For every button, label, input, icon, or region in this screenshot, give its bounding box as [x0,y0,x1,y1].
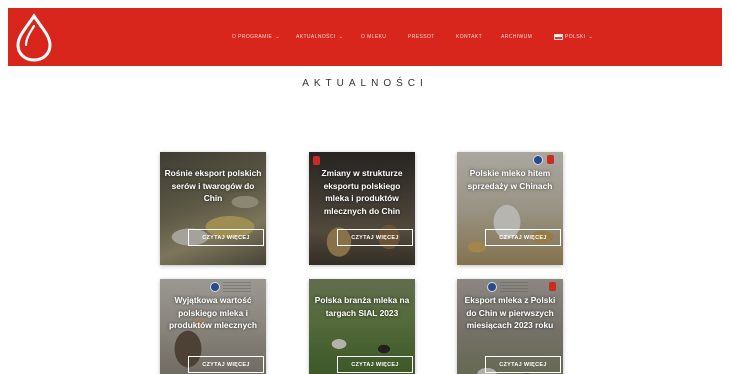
program-logo-icon [210,282,220,292]
document-text-icon [500,282,528,292]
nav-item-pressot[interactable]: PRESSOT [408,34,456,40]
card-title: Eksport mleka z Polski do Chin w pierwsz… [464,295,556,330]
nav-item-label: POLSKI [565,34,586,40]
news-card[interactable]: Eksport mleka z Polski do Chin w pierwsz… [457,279,563,374]
nav-item-language[interactable]: POLSKI ⌄ [554,34,593,40]
nav-item-label: O MLEKU [361,34,387,40]
read-more-button[interactable]: CZYTAJ WIĘCEJ [188,229,264,246]
red-logo-icon [549,282,556,291]
program-logo-icon [533,155,543,165]
chevron-down-icon: ⌄ [338,34,344,40]
nav-item-label: AKTUALNOŚCI [296,34,336,40]
news-card[interactable]: Rośnie eksport polskich serów i twarogów… [160,152,266,265]
card-title: Zmiany w strukturze eksportu polskiego m… [321,168,403,216]
read-more-button[interactable]: CZYTAJ WIĘCEJ [188,356,264,373]
news-card[interactable]: Polska branża mleka na targach SIAL 2023… [309,279,415,374]
page: O PROGRAMIE ⌄ AKTUALNOŚCI ⌄ O MLEKU PRES… [0,0,730,374]
page-title: AKTUALNOŚCI [302,78,428,89]
chevron-down-icon: ⌄ [275,34,280,40]
read-more-button[interactable]: CZYTAJ WIĘCEJ [337,229,413,246]
nav-item-kontakt[interactable]: KONTAKT [456,34,501,40]
news-card[interactable]: Wyjątkowa wartość polskiego mleka i prod… [160,279,266,374]
program-logo-icon [487,282,497,292]
nav-item-o-programie[interactable]: O PROGRAMIE ⌄ [232,34,296,40]
card-title: Rośnie eksport polskich serów i twarogów… [164,168,262,203]
nav-item-archiwum[interactable]: ARCHIWUM [501,34,554,40]
nav-item-label: ARCHIWUM [501,34,533,40]
milk-drop-logo-icon[interactable] [12,12,62,62]
read-more-button[interactable]: CZYTAJ WIĘCEJ [485,229,561,246]
card-title: Wyjątkowa wartość polskiego mleka i prod… [169,295,257,330]
read-more-button[interactable]: CZYTAJ WIĘCEJ [337,356,413,373]
polish-flag-icon [554,34,563,40]
nav-item-aktualnosci[interactable]: AKTUALNOŚCI ⌄ [296,34,361,40]
main-nav: O PROGRAMIE ⌄ AKTUALNOŚCI ⌄ O MLEKU PRES… [232,8,593,66]
read-more-button[interactable]: CZYTAJ WIĘCEJ [485,356,561,373]
news-card[interactable]: Polskie mleko hitem sprzedaży w Chinach … [457,152,563,265]
document-text-icon [223,282,251,292]
card-title: Polskie mleko hitem sprzedaży w Chinach [467,168,553,191]
red-logo-icon [547,155,554,164]
nav-item-o-mleku[interactable]: O MLEKU [361,34,408,40]
site-header: O PROGRAMIE ⌄ AKTUALNOŚCI ⌄ O MLEKU PRES… [8,8,722,66]
nav-item-label: O PROGRAMIE [232,34,273,40]
nav-item-label: PRESSOT [408,34,435,40]
card-title: Polska branża mleka na targach SIAL 2023 [314,295,410,318]
red-logo-icon [313,156,320,165]
chevron-down-icon: ⌄ [588,34,594,40]
nav-item-label: KONTAKT [456,34,483,40]
news-card[interactable]: Zmiany w strukturze eksportu polskiego m… [309,152,415,265]
